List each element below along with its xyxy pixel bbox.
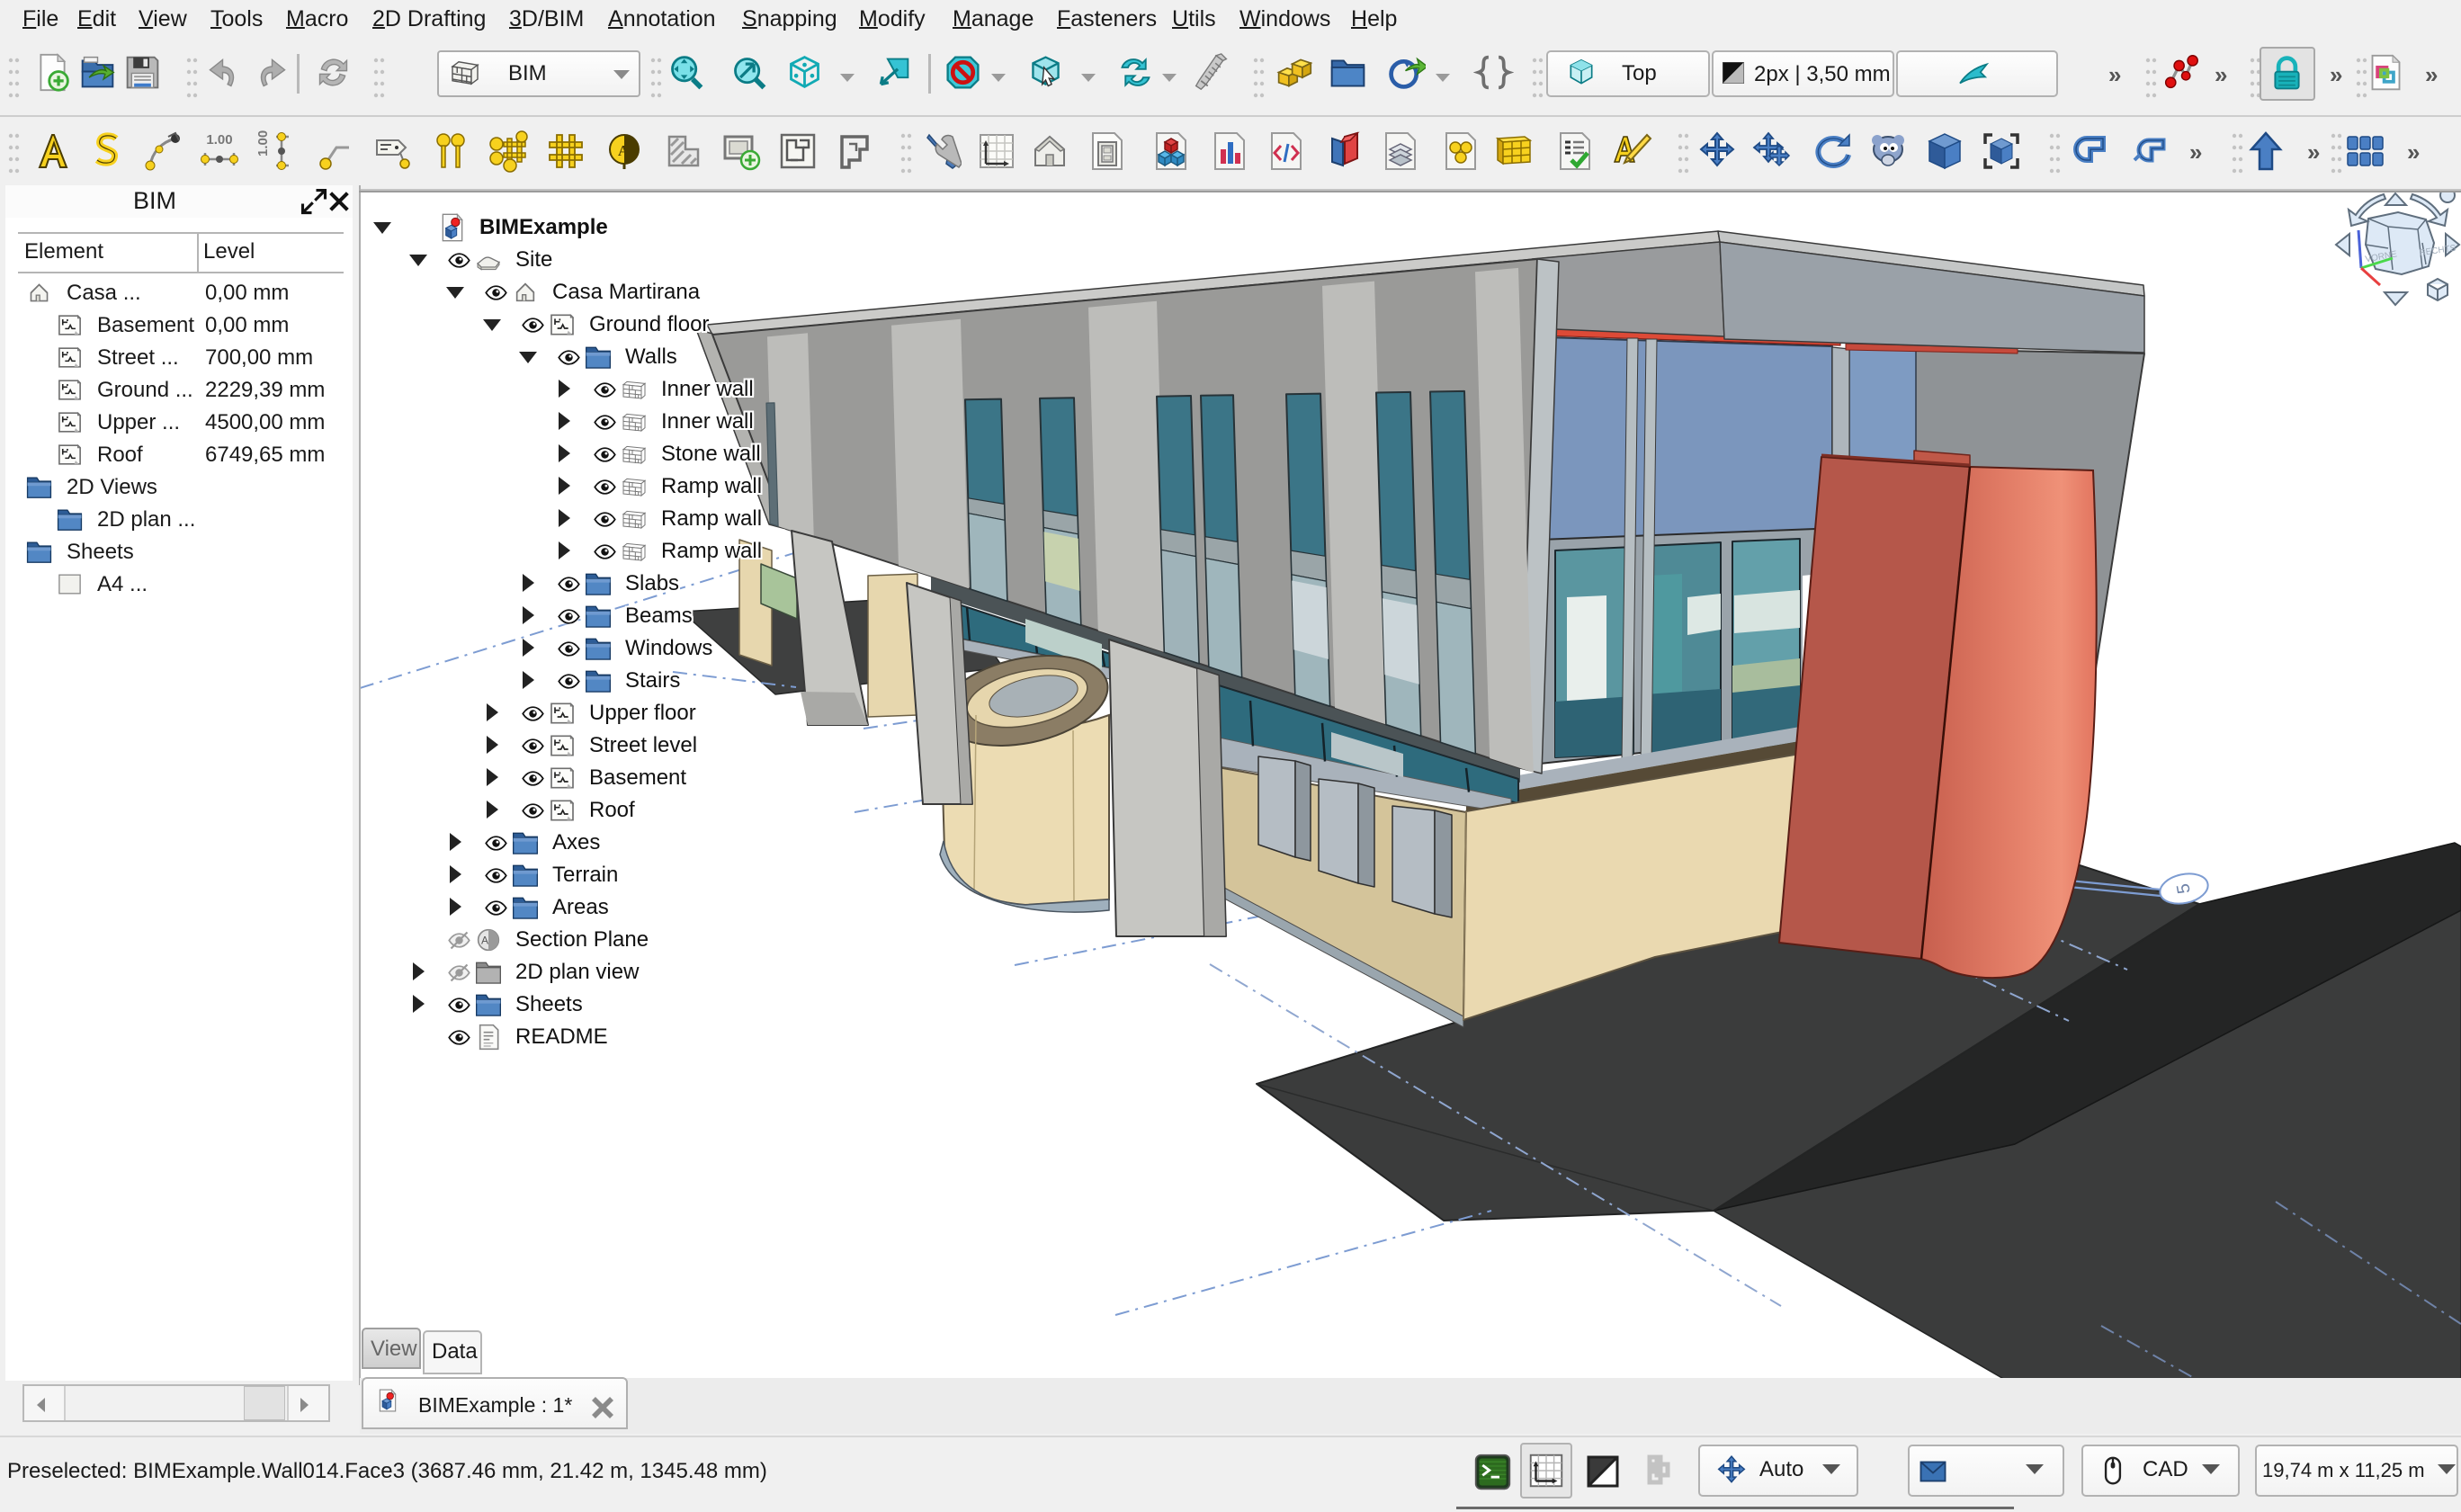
svg-text:A: A (618, 142, 630, 159)
svg-text:1.00: 1.00 (206, 132, 232, 148)
svg-text:1.00: 1.00 (255, 130, 271, 157)
svg-text:A: A (481, 935, 488, 947)
